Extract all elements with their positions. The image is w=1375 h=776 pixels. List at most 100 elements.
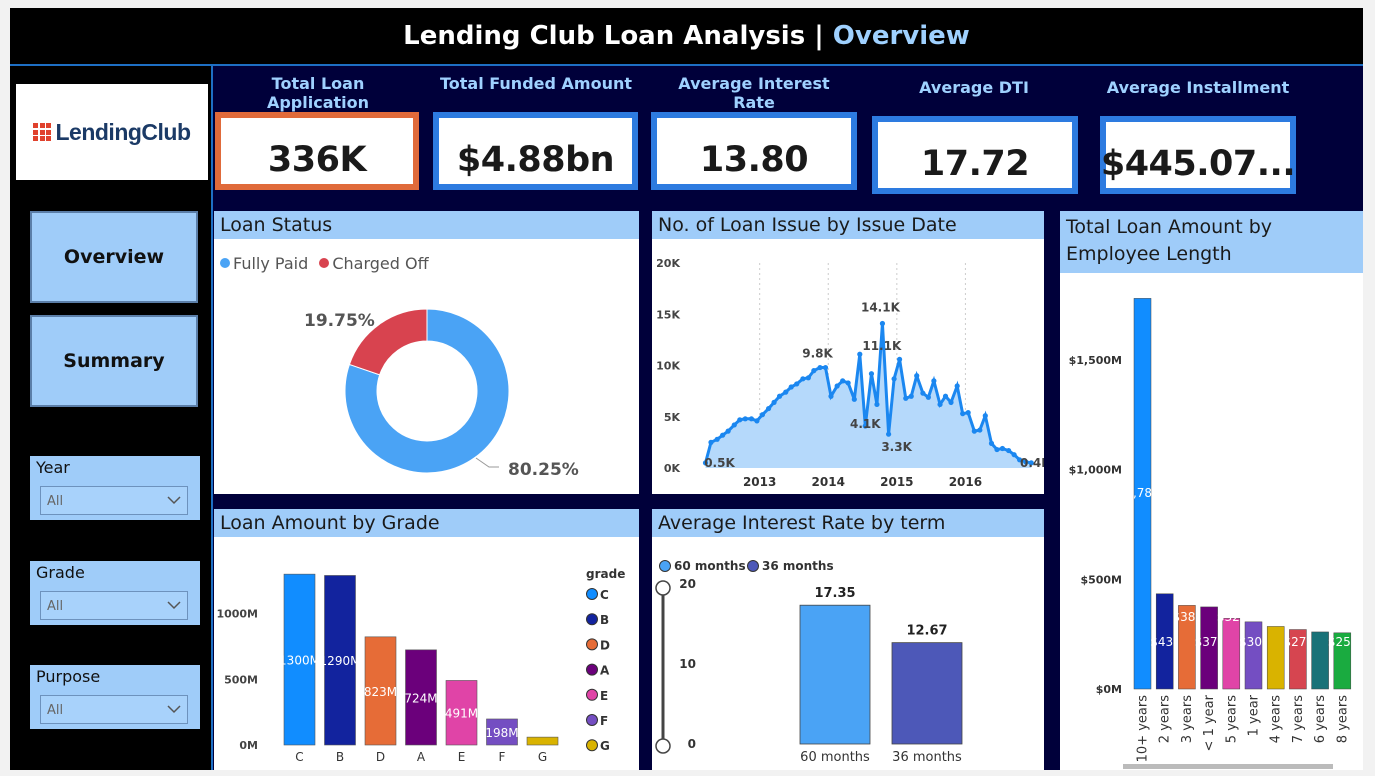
kpi-card-avg-interest: 13.80: [651, 112, 857, 190]
data-point: [725, 428, 731, 434]
kpi-title-avg-interest: Average Interest Rate: [678, 74, 830, 112]
data-label: 3.3K: [881, 440, 912, 454]
purpose-slicer-label: Purpose: [36, 667, 101, 686]
legend-title: grade: [586, 567, 625, 581]
year-slicer: Year All: [30, 456, 200, 520]
bar-value-label: 1290M: [320, 654, 361, 668]
emp-length-panel: Total Loan Amount by Employee Length $0M…: [1060, 211, 1363, 770]
data-point: [977, 427, 983, 433]
lendingclub-logo-icon: [33, 123, 52, 141]
data-point: [954, 383, 960, 389]
legend-label: 36 months: [762, 559, 834, 573]
legend-label: 60 months: [674, 559, 746, 573]
bar-value-label: $260M: [1306, 610, 1347, 624]
kpi-card-avg-dti: 17.72: [872, 116, 1078, 194]
kpi-title-total-applications: Total Loan Application: [266, 74, 370, 112]
data-point: [868, 371, 875, 377]
purpose-slicer: Purpose All: [30, 665, 200, 729]
data-point: [879, 320, 886, 327]
data-point: [931, 378, 937, 384]
grade-dropdown[interactable]: All: [40, 591, 188, 620]
legend-label: A: [600, 664, 610, 678]
legend-label: C: [600, 588, 609, 602]
sidebar: LendingClub Overview Summary Year All Gr…: [10, 66, 213, 770]
bar-60-months: [799, 604, 871, 745]
bar-5-years: [1222, 618, 1241, 690]
data-point: [874, 401, 880, 408]
legend-dot-icon: [586, 714, 598, 726]
data-point: [737, 417, 743, 423]
legend-dot-icon: [747, 560, 759, 572]
purpose-dropdown[interactable]: All: [40, 695, 188, 724]
bar-value-label: $256M: [1328, 635, 1363, 649]
data-point: [754, 418, 760, 424]
x-tick-label: 7 years: [1291, 695, 1306, 743]
data-point: [708, 439, 714, 445]
data-point: [742, 416, 748, 422]
legend-dot-icon: [586, 739, 598, 752]
data-point: [783, 389, 789, 395]
data-point: [982, 413, 988, 419]
bar-G: [526, 736, 559, 746]
data-point: [765, 405, 772, 412]
x-tick-label: 60 months: [800, 750, 870, 765]
bar-6-years: [1311, 631, 1329, 690]
x-tick-label: G: [538, 750, 547, 764]
data-point: [840, 378, 846, 384]
data-point: [817, 364, 823, 371]
data-point: [903, 395, 909, 401]
data-point: [845, 380, 851, 386]
x-tick-label: 1 year: [1247, 694, 1262, 736]
data-point: [794, 381, 800, 387]
grade-bar-chart: 0M 500M 1000M 1300M C 1290M B 823M D 724M A 491M E 19…: [216, 567, 625, 764]
range-slider-top-handle: [655, 580, 671, 596]
donut-label-fully-paid: 80.25%: [508, 460, 579, 480]
summary-button[interactable]: Summary: [30, 315, 198, 407]
y-tick-label: $1,500M: [1069, 354, 1122, 367]
x-tick-label: E: [458, 750, 466, 764]
kpi-value-avg-installment: $445.07...: [1100, 144, 1296, 184]
data-point: [811, 368, 817, 374]
legend-label: G: [600, 739, 610, 753]
data-point: [914, 373, 920, 379]
horizontal-scrollbar: [1123, 764, 1333, 769]
kpi-card-total-applications: 336K: [215, 112, 419, 190]
legend-label: D: [600, 638, 610, 652]
data-point: [937, 401, 943, 408]
kpi-value-avg-dti: 17.72: [920, 144, 1030, 184]
chevron-down-icon: [167, 496, 181, 505]
data-point: [851, 396, 857, 402]
data-point: [988, 440, 995, 446]
y-tick-label: 20K: [656, 257, 680, 270]
x-tick-label: 2014: [812, 475, 845, 489]
purpose-dropdown-value: All: [47, 703, 64, 718]
year-dropdown[interactable]: All: [40, 486, 188, 515]
grade-slicer-label: Grade: [36, 563, 85, 582]
y-tick-label: 10: [679, 657, 696, 671]
bar-value-label: 823M: [364, 685, 397, 699]
y-tick-label: 15K: [656, 308, 680, 321]
data-point: [999, 445, 1006, 452]
data-point: [891, 376, 897, 382]
legend-dot-icon: [586, 588, 598, 600]
y-tick-label: 0: [688, 737, 696, 751]
overview-button[interactable]: Overview: [30, 211, 198, 303]
grade-panel: Loan Amount by Grade 0M 500M 1000M 1300M C 12…: [214, 509, 639, 770]
data-label: 11.1K: [862, 339, 902, 353]
chevron-down-icon: [167, 601, 181, 610]
kpi-title-avg-installment: Average Installment: [1106, 78, 1290, 97]
page-title: Lending Club Loan Analysis | Overview: [403, 21, 970, 51]
data-label: 0.5K: [704, 456, 735, 470]
kpi-title-total-funded: Total Funded Amount: [440, 74, 632, 93]
data-point: [908, 393, 914, 399]
x-tick-label: 3 years: [1180, 695, 1195, 743]
kpi-card-avg-installment: $445.07...: [1100, 116, 1296, 194]
y-tick-label: 1000M: [216, 608, 258, 621]
bar-36-months: [891, 642, 963, 745]
grade-dropdown-value: All: [47, 599, 64, 614]
y-tick-label: 0M: [239, 739, 258, 752]
x-tick-label: B: [336, 750, 344, 764]
bar-1-year: [1244, 621, 1263, 690]
legend-dot-icon: [586, 663, 598, 676]
loan-status-panel: Loan Status Fully Paid Charged Off 80.25…: [214, 211, 639, 494]
